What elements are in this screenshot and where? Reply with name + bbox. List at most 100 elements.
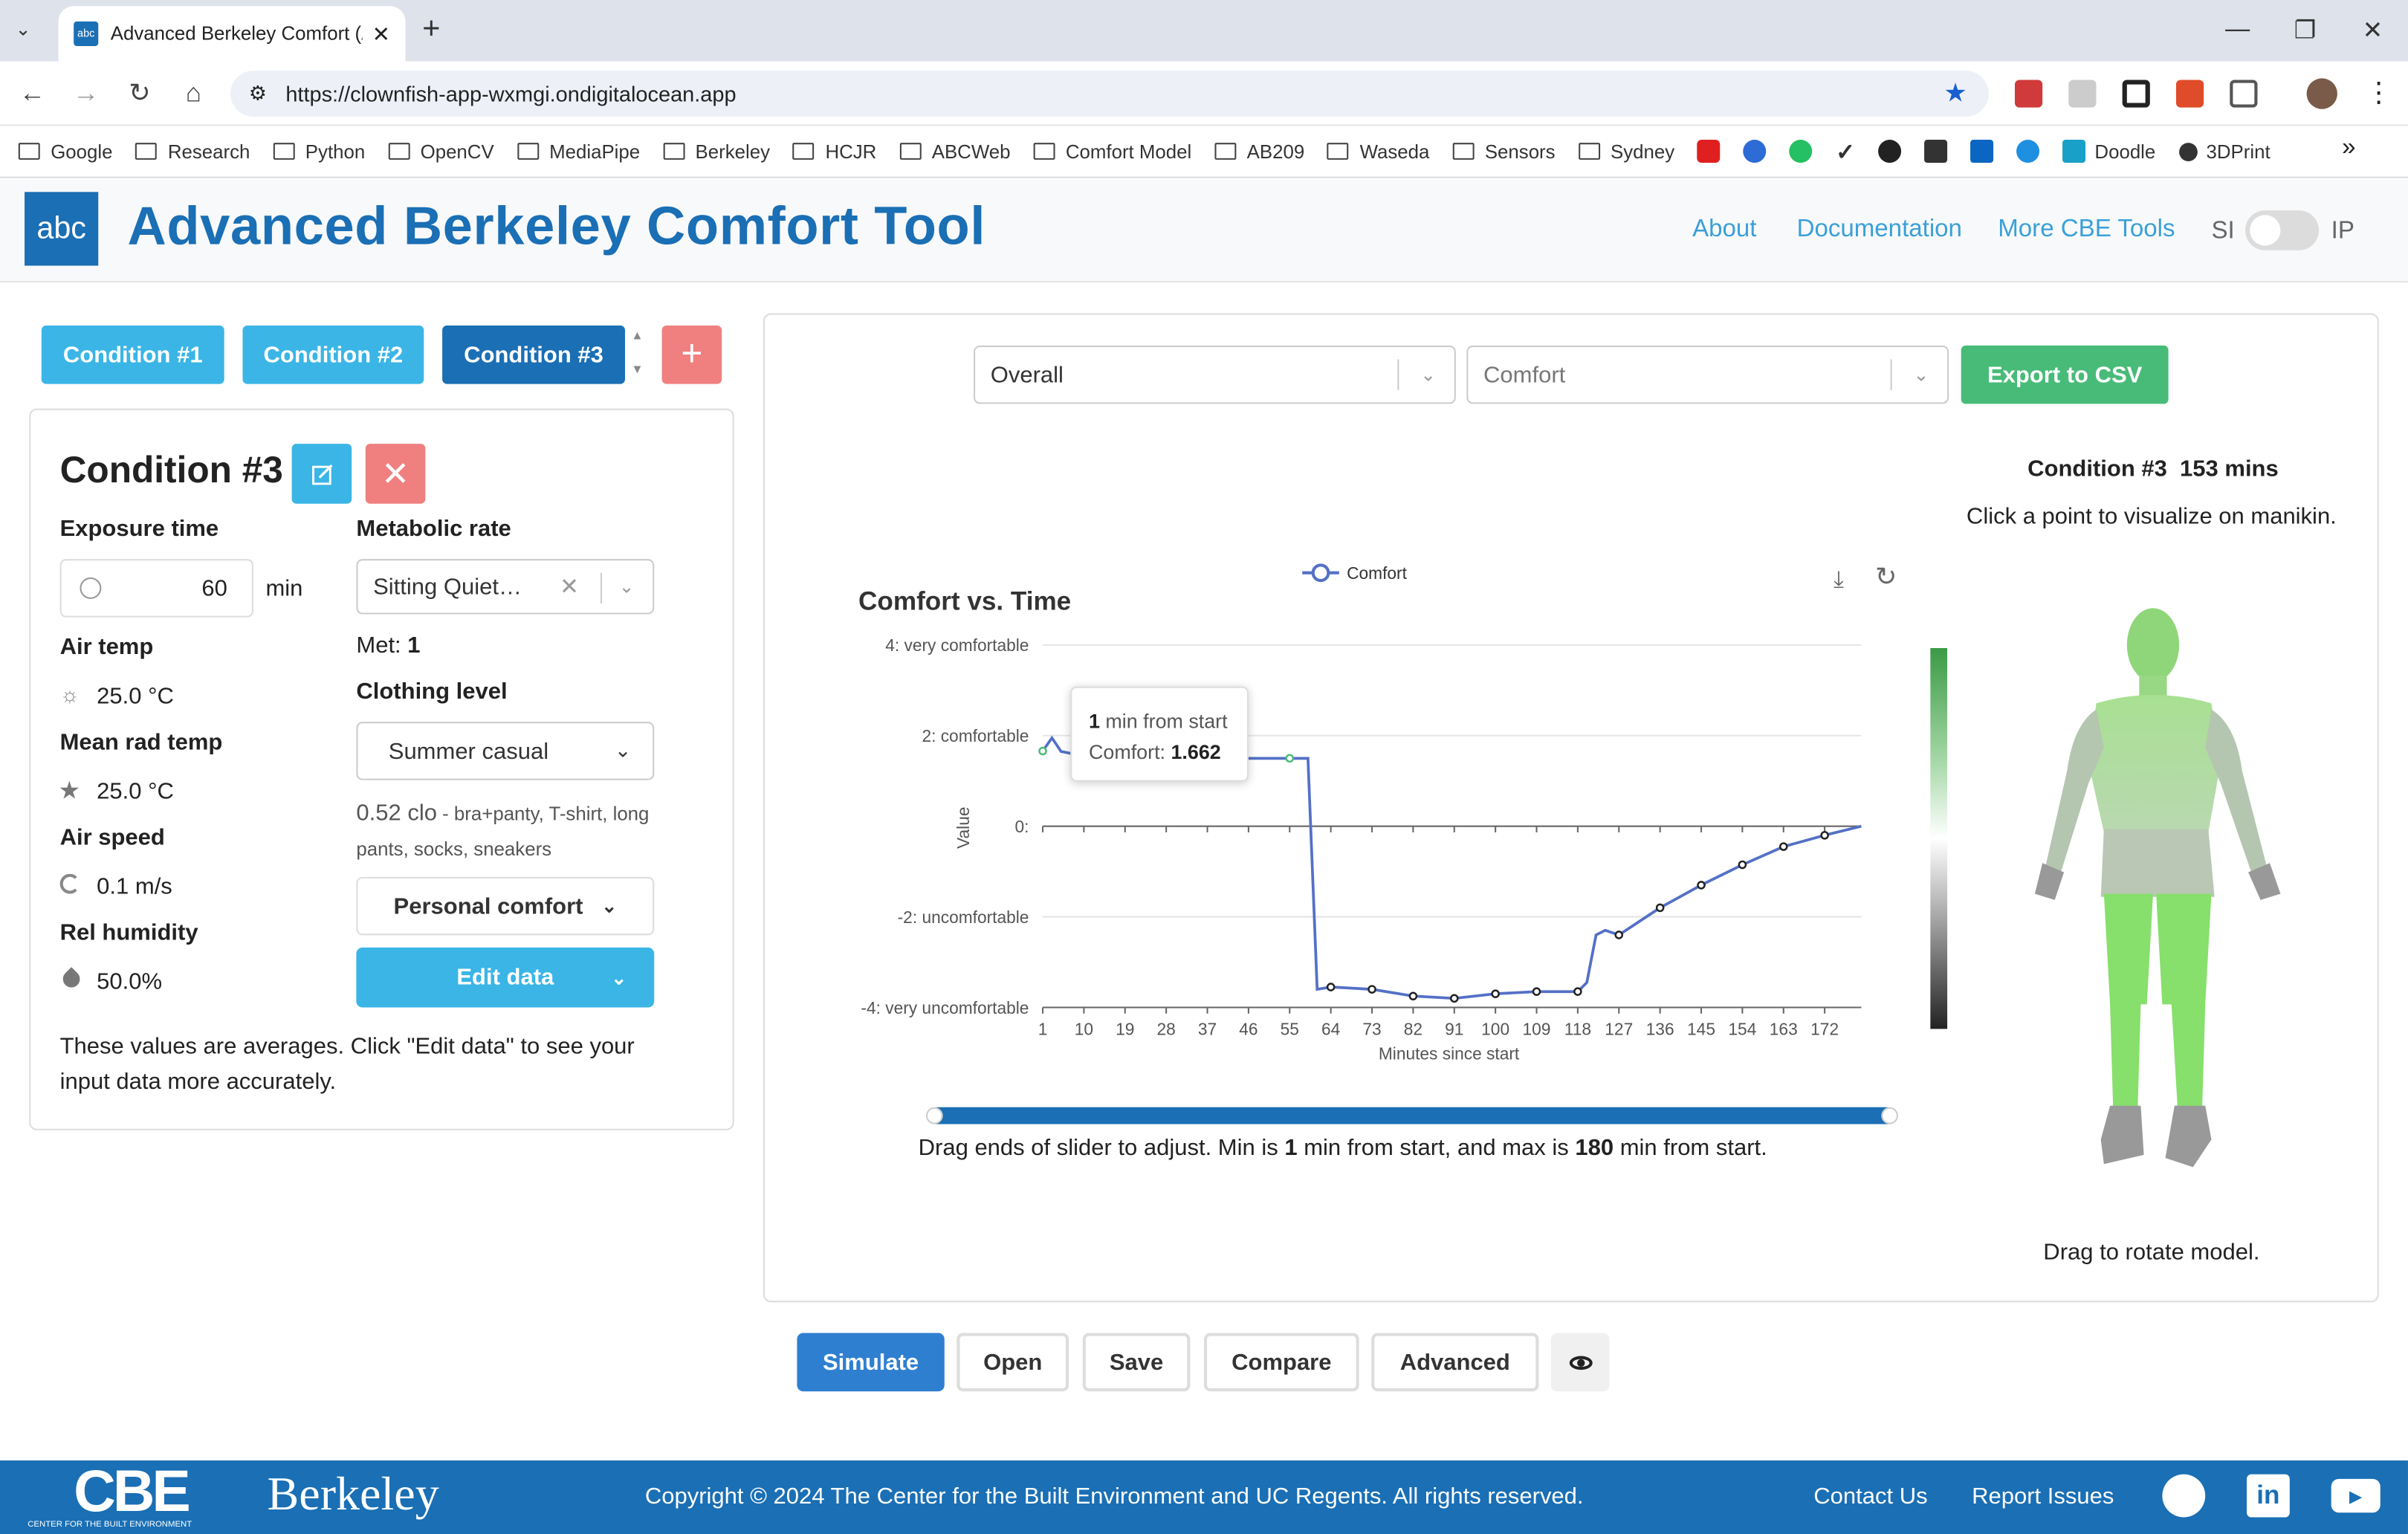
bookmark-google[interactable]: Google: [18, 140, 112, 162]
forward-icon[interactable]: →: [69, 77, 103, 110]
manikin-right-leg: [2156, 893, 2212, 1109]
favicon-icon: abc: [74, 21, 99, 46]
extensions-puzzle-icon[interactable]: [2230, 80, 2258, 108]
slider-handle-max[interactable]: [1881, 1107, 1898, 1124]
bookmark-star-icon[interactable]: ★: [1943, 78, 1967, 109]
window-close-icon[interactable]: ✕: [2342, 9, 2404, 52]
tabs-scroll-down-icon[interactable]: ▼: [631, 363, 643, 377]
select-divider: [1397, 359, 1399, 390]
bookmark-hcjr[interactable]: HCJR: [793, 140, 876, 162]
edit-data-button[interactable]: Edit data ⌄: [356, 947, 655, 1008]
reload-icon[interactable]: ↻: [123, 77, 156, 110]
metric-select[interactable]: Comfort ⌄: [1466, 345, 1949, 404]
bookmark-sensors[interactable]: Sensors: [1452, 140, 1556, 162]
contact-us-link[interactable]: Contact Us: [1813, 1483, 1927, 1509]
back-icon[interactable]: ←: [16, 77, 49, 110]
tab-condition-1[interactable]: Condition #1: [41, 326, 224, 384]
cbe-logo[interactable]: CBE CENTER FOR THE BUILT ENVIRONMENT: [27, 1462, 192, 1530]
unit-si-label: SI: [2211, 218, 2235, 245]
edge-icon[interactable]: [2016, 140, 2040, 164]
bookmark-doodle[interactable]: Doodle: [2062, 140, 2155, 164]
browser-tab[interactable]: abc Advanced Berkeley Comfort (AE ✕: [58, 6, 406, 62]
minimize-icon[interactable]: —: [2207, 9, 2268, 52]
profile-avatar[interactable]: [2306, 78, 2337, 109]
extension-megaphone-icon[interactable]: [2175, 80, 2204, 108]
bookmark-comfort-model[interactable]: Comfort Model: [1033, 140, 1191, 162]
clothing-select[interactable]: Summer casual ⌄: [356, 722, 655, 780]
tab-list-dropdown-icon[interactable]: ⌄: [16, 19, 31, 40]
linkedin-bookmark-icon[interactable]: [1970, 140, 1994, 164]
bookmark-python[interactable]: Python: [273, 140, 365, 162]
bookmark-mediapipe[interactable]: MediaPipe: [517, 140, 640, 162]
y-axis-label: Value: [954, 807, 973, 849]
exposure-input[interactable]: 60: [59, 559, 253, 618]
zoom-icon[interactable]: [1744, 140, 1767, 164]
save-button[interactable]: Save: [1082, 1333, 1191, 1392]
extension-red-icon[interactable]: [2014, 80, 2043, 108]
site-info-icon[interactable]: ⚙: [249, 82, 267, 106]
metabolic-rate-select[interactable]: Sitting Quiet… ✕ ⌄: [356, 559, 655, 615]
folder-icon: [1033, 143, 1055, 160]
extension-doc-icon[interactable]: [2068, 80, 2097, 108]
nav-about[interactable]: About: [1692, 216, 1756, 244]
linkedin-icon[interactable]: in: [2246, 1474, 2290, 1518]
metric-value: Comfort: [1483, 361, 1566, 388]
home-icon[interactable]: ⌂: [177, 77, 210, 110]
time-range-slider[interactable]: [925, 1107, 1898, 1124]
bookmark-opencv[interactable]: OpenCV: [388, 140, 494, 162]
bookmark-waseda[interactable]: Waseda: [1327, 140, 1429, 162]
tab-condition-3[interactable]: Condition #3: [442, 326, 625, 384]
unit-toggle[interactable]: [2244, 210, 2320, 250]
clear-icon[interactable]: ✕: [560, 573, 579, 601]
bookmark-abcweb[interactable]: ABCWeb: [899, 140, 1010, 162]
report-issues-link[interactable]: Report Issues: [1972, 1483, 2114, 1509]
clock-icon: [80, 577, 102, 599]
youtube-icon[interactable]: ▶: [2331, 1478, 2381, 1513]
browser-menu-icon[interactable]: ⋮: [2365, 77, 2392, 109]
visibility-button[interactable]: [1550, 1333, 1610, 1392]
advanced-button[interactable]: Advanced: [1371, 1333, 1539, 1392]
nav-documentation[interactable]: Documentation: [1797, 216, 1962, 244]
delete-condition-button[interactable]: ✕: [365, 444, 426, 504]
met-value: 1: [407, 632, 421, 659]
berkeley-logo[interactable]: Berkeley: [268, 1466, 439, 1521]
data-point: [1408, 991, 1418, 1001]
checkmark-icon[interactable]: ✓: [1836, 137, 1855, 165]
tabs-scroll-up-icon[interactable]: ▲: [631, 329, 643, 343]
slider-handle-min[interactable]: [925, 1107, 943, 1124]
url-field[interactable]: ⚙ https://clownfish-app-wxmgi.ondigitalo…: [230, 71, 1989, 117]
simulate-button[interactable]: Simulate: [797, 1333, 945, 1392]
youtube-icon[interactable]: [1697, 140, 1721, 164]
more-bookmarks-icon[interactable]: »: [2342, 135, 2355, 163]
bookmark-berkeley[interactable]: Berkeley: [663, 140, 770, 162]
bookmark-research[interactable]: Research: [135, 140, 250, 162]
export-csv-button[interactable]: Export to CSV: [1961, 345, 2169, 404]
github-icon[interactable]: [2162, 1474, 2206, 1518]
chart-download-icon[interactable]: ⤓: [1833, 566, 1844, 592]
select-divider: [600, 572, 602, 604]
github-icon[interactable]: [1878, 140, 1902, 164]
restore-icon[interactable]: ❐: [2274, 9, 2336, 52]
bookmark-ab209[interactable]: AB209: [1214, 140, 1304, 162]
new-tab-icon[interactable]: +: [422, 13, 440, 48]
bookmark-3dprint[interactable]: 3DPrint: [2178, 140, 2271, 162]
manikin-model[interactable]: [2012, 602, 2296, 1185]
personal-comfort-button[interactable]: Personal comfort ⌄: [356, 876, 655, 936]
abc-logo[interactable]: abc: [25, 192, 99, 266]
tab-close-icon[interactable]: ✕: [372, 21, 390, 47]
bookmark-sydney[interactable]: Sydney: [1578, 140, 1674, 162]
extension-frame-icon[interactable]: [2122, 80, 2150, 108]
data-point: [1449, 994, 1459, 1003]
data-point: [1038, 746, 1047, 756]
nav-more-cbe-tools[interactable]: More CBE Tools: [1998, 216, 2175, 244]
add-condition-button[interactable]: +: [661, 326, 722, 384]
body-part-select[interactable]: Overall ⌄: [974, 345, 1456, 404]
edit-condition-button[interactable]: [291, 444, 352, 504]
layers-icon[interactable]: [1924, 140, 1948, 164]
compare-button[interactable]: Compare: [1203, 1333, 1359, 1392]
chart-refresh-icon[interactable]: ↻: [1875, 562, 1897, 592]
tab-condition-2[interactable]: Condition #2: [242, 326, 424, 384]
open-button[interactable]: Open: [957, 1333, 1069, 1392]
speed-icon: [59, 873, 80, 894]
whatsapp-icon[interactable]: [1790, 140, 1813, 164]
